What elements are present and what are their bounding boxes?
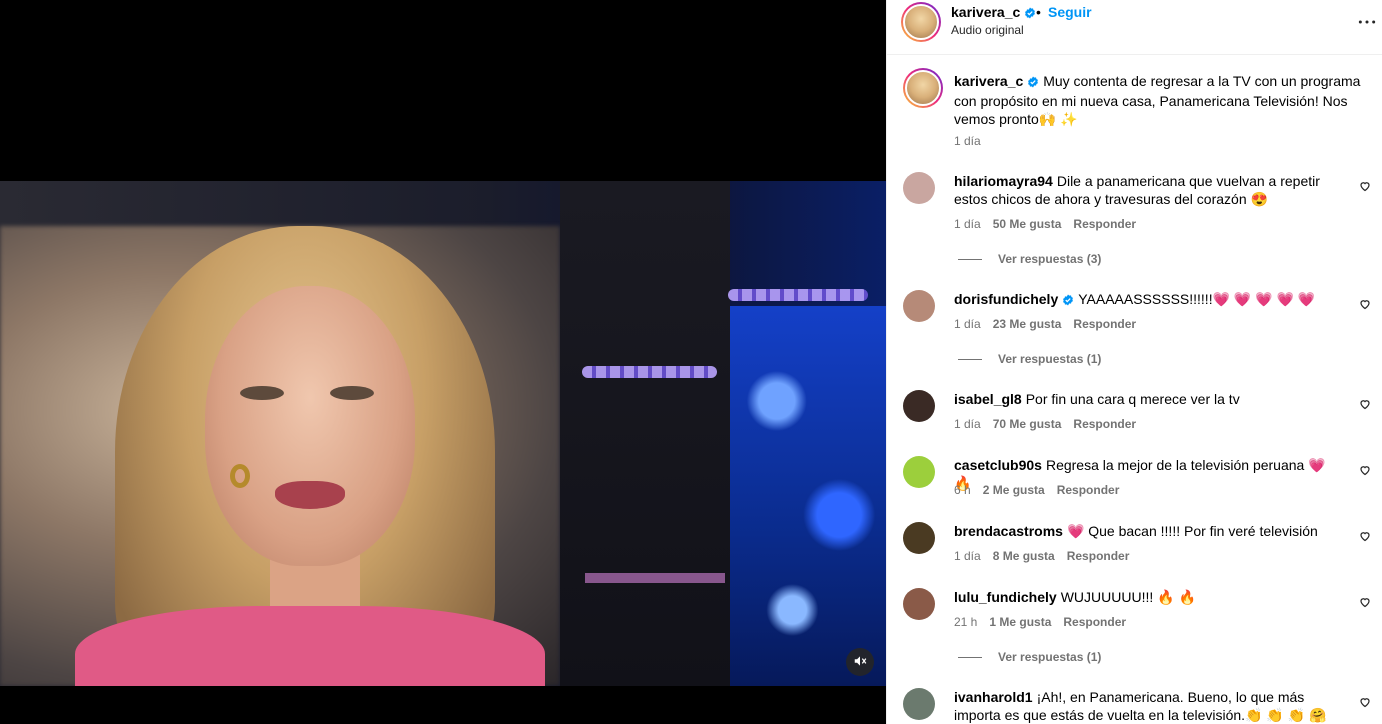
- comment-meta: 6 h 2 Me gusta Responder: [954, 483, 1119, 497]
- commenter-avatar[interactable]: [903, 588, 935, 620]
- commenter-username[interactable]: casetclub90s: [954, 457, 1042, 473]
- commenter-avatar[interactable]: [903, 390, 935, 422]
- comment-likes[interactable]: 1 Me gusta: [989, 615, 1051, 629]
- presenter-earring: [230, 464, 250, 488]
- commenter-avatar[interactable]: [903, 290, 935, 322]
- presenter-eye: [330, 386, 374, 400]
- comment-meta: 21 h 1 Me gusta Responder: [954, 615, 1126, 629]
- view-replies-button[interactable]: Ver respuestas (3): [958, 252, 1101, 266]
- follow-button[interactable]: Seguir: [1048, 4, 1092, 20]
- presenter-mouth: [275, 481, 345, 509]
- verified-badge-icon: [1062, 292, 1074, 310]
- commenter-username[interactable]: dorisfundichely: [954, 291, 1058, 307]
- verified-badge-icon: [1027, 74, 1039, 92]
- commenter-avatar[interactable]: [903, 172, 935, 204]
- reel-video[interactable]: [0, 181, 886, 686]
- author-username[interactable]: karivera_c: [951, 4, 1036, 22]
- verified-badge-icon: [1024, 6, 1036, 22]
- reply-button[interactable]: Responder: [1067, 549, 1130, 563]
- comment-likes[interactable]: 8 Me gusta: [993, 549, 1055, 563]
- comment-meta: 1 día 23 Me gusta Responder: [954, 317, 1136, 331]
- caption-avatar[interactable]: [903, 68, 943, 108]
- presenter-top: [75, 606, 545, 686]
- reply-button[interactable]: Responder: [1063, 615, 1126, 629]
- heart-outline-icon[interactable]: [1359, 464, 1371, 479]
- comment-time[interactable]: 1 día: [954, 217, 981, 231]
- comment-likes[interactable]: 50 Me gusta: [993, 217, 1062, 231]
- commenter-username[interactable]: isabel_gl8: [954, 391, 1022, 407]
- replies-line: [958, 259, 982, 261]
- commenter-avatar[interactable]: [903, 456, 935, 488]
- comment-body: YAAAAASSSSSS!!!!!!💗 💗 💗 💗 💗: [1078, 291, 1316, 307]
- reply-button[interactable]: Responder: [1073, 317, 1136, 331]
- view-replies-label: Ver respuestas (1): [998, 352, 1102, 366]
- commenter-username[interactable]: lulu_fundichely: [954, 589, 1057, 605]
- commenter-username[interactable]: hilariomayra94: [954, 173, 1053, 189]
- author-avatar[interactable]: [901, 2, 941, 42]
- comment-time[interactable]: 1 día: [954, 317, 981, 331]
- presenter-eye: [240, 386, 284, 400]
- caption-text: karivera_c Muy contenta de regresar a la…: [954, 72, 1364, 128]
- comment-meta: 1 día 70 Me gusta Responder: [954, 417, 1136, 431]
- comment-time[interactable]: 6 h: [954, 483, 971, 497]
- audio-label[interactable]: Audio original: [951, 23, 1024, 37]
- video-light-strip: [728, 289, 868, 301]
- media-viewer[interactable]: [0, 0, 886, 724]
- presenter-face: [205, 286, 415, 566]
- caption-timestamp[interactable]: 1 día: [954, 134, 981, 148]
- caption-username[interactable]: karivera_c: [954, 73, 1023, 89]
- video-bokeh-lights: [730, 306, 886, 686]
- comment-text: lulu_fundichely WUJUUUUU!!! 🔥 🔥: [954, 588, 1334, 606]
- comment-body: WUJUUUUU!!! 🔥 🔥: [1060, 589, 1196, 605]
- comment-likes[interactable]: 70 Me gusta: [993, 417, 1062, 431]
- comment-likes[interactable]: 2 Me gusta: [983, 483, 1045, 497]
- comment-meta: 1 día 50 Me gusta Responder: [954, 217, 1136, 231]
- heart-outline-icon[interactable]: [1359, 596, 1371, 611]
- comment-time[interactable]: 21 h: [954, 615, 977, 629]
- commenter-avatar[interactable]: [903, 688, 935, 720]
- replies-line: [958, 657, 982, 659]
- reply-button[interactable]: Responder: [1073, 417, 1136, 431]
- reply-button[interactable]: Responder: [1073, 217, 1136, 231]
- separator-dot: •: [1036, 4, 1041, 20]
- view-replies-button[interactable]: Ver respuestas (1): [958, 650, 1101, 664]
- heart-outline-icon[interactable]: [1359, 180, 1371, 195]
- post-side-panel: karivera_c • Seguir Audio original kariv…: [886, 0, 1382, 724]
- comment-body: Por fin una cara q merece ver la tv: [1025, 391, 1240, 407]
- view-replies-label: Ver respuestas (3): [998, 252, 1102, 266]
- view-replies-label: Ver respuestas (1): [998, 650, 1102, 664]
- comment-body: 💗 Que bacan !!!!! Por fin veré televisió…: [1066, 523, 1318, 539]
- commenter-username[interactable]: brendacastroms: [954, 523, 1063, 539]
- author-username-text: karivera_c: [951, 4, 1021, 20]
- comment-text: isabel_gl8 Por fin una cara q merece ver …: [954, 390, 1334, 408]
- heart-outline-icon[interactable]: [1359, 696, 1371, 711]
- replies-line: [958, 359, 982, 361]
- comment-time[interactable]: 1 día: [954, 549, 981, 563]
- post-header: karivera_c • Seguir Audio original: [887, 0, 1382, 55]
- video-light-strip: [582, 366, 717, 378]
- reply-button[interactable]: Responder: [1057, 483, 1120, 497]
- comment-text: dorisfundichely YAAAAASSSSSS!!!!!!💗 💗 💗 💗…: [954, 290, 1334, 310]
- speaker-muted-icon: [853, 654, 867, 671]
- video-pink-bar: [585, 573, 725, 583]
- heart-outline-icon[interactable]: [1359, 530, 1371, 545]
- mute-button[interactable]: [846, 648, 874, 676]
- comment-text: ivanharold1 ¡Ah!, en Panamericana. Bueno,…: [954, 688, 1334, 724]
- comment-meta: 1 día 8 Me gusta Responder: [954, 549, 1129, 563]
- comment-text: hilariomayra94 Dile a panamericana que vu…: [954, 172, 1334, 208]
- comment-time[interactable]: 1 día: [954, 417, 981, 431]
- more-options-icon[interactable]: [1357, 12, 1377, 35]
- heart-outline-icon[interactable]: [1359, 298, 1371, 313]
- heart-outline-icon[interactable]: [1359, 398, 1371, 413]
- commenter-avatar[interactable]: [903, 522, 935, 554]
- video-presenter: [75, 226, 545, 686]
- video-set-frame: [560, 181, 730, 686]
- commenter-username[interactable]: ivanharold1: [954, 689, 1033, 705]
- comment-text: brendacastroms 💗 Que bacan !!!!! Por fin …: [954, 522, 1334, 540]
- comment-likes[interactable]: 23 Me gusta: [993, 317, 1062, 331]
- view-replies-button[interactable]: Ver respuestas (1): [958, 352, 1101, 366]
